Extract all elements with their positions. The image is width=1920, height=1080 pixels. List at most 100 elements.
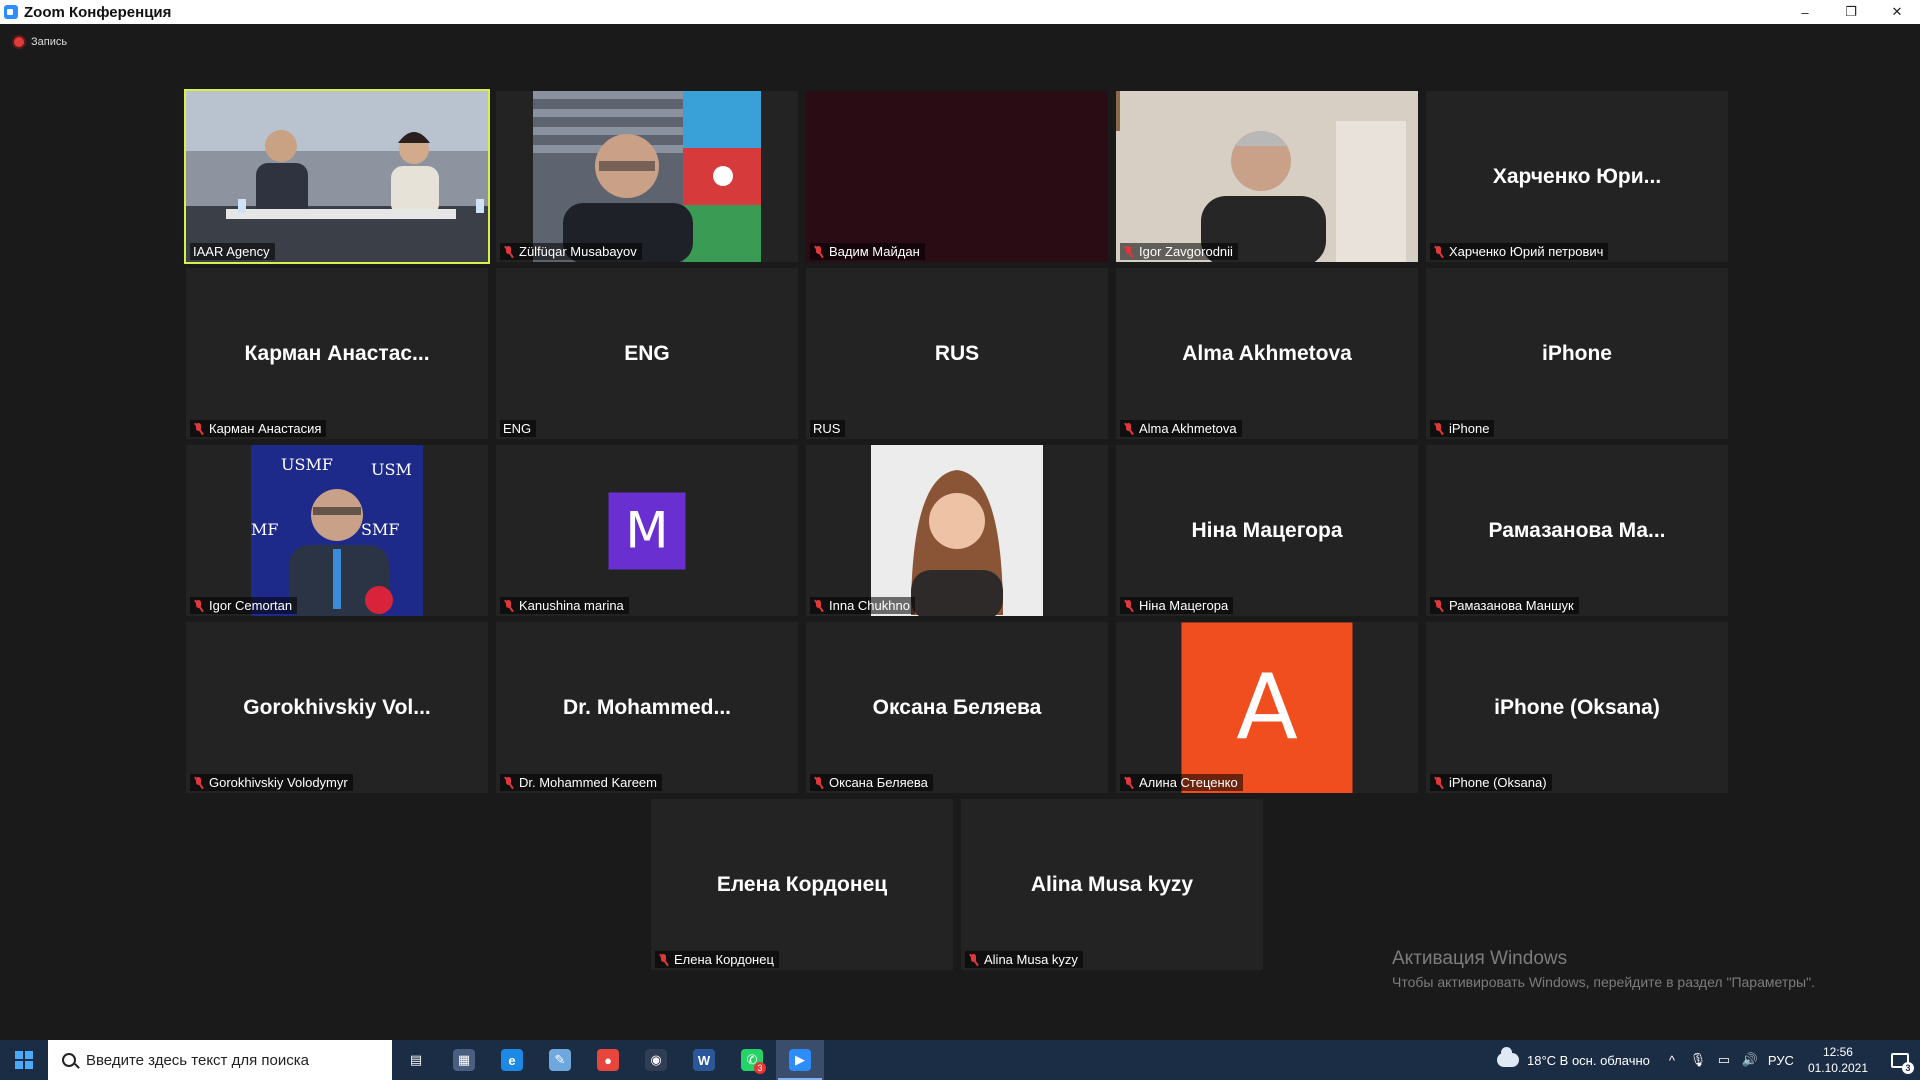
clock-date: 01.10.2021 (1807, 1061, 1868, 1075)
taskbar-app-task-view[interactable]: ▤ (392, 1040, 440, 1080)
participant-tile[interactable]: RUS RUS (806, 268, 1108, 439)
participant-name: Алина Стеценко (1139, 775, 1238, 790)
participant-tile[interactable]: iPhone (Oksana) iPhone (Oksana) (1426, 622, 1728, 793)
participant-name: Елена Кордонец (674, 952, 774, 967)
participant-name: Igor Cemortan (209, 598, 293, 613)
taskbar-app-calculator[interactable]: ▦ (440, 1040, 488, 1080)
windows-logo-icon (15, 1051, 33, 1069)
participant-tile[interactable]: Оксана Беляева Оксана Беляева (806, 622, 1108, 793)
activation-title: Активация Windows (1392, 948, 1568, 969)
volume-icon[interactable]: 🔊 (1742, 1052, 1758, 1068)
participant-name: IAAR Agency (193, 244, 270, 259)
participant-tile[interactable]: Вадим Майдан (806, 91, 1108, 262)
taskbar-app-internet-explorer[interactable]: e (488, 1040, 536, 1080)
participant-tile[interactable]: Alma Akhmetova Alma Akhmetova (1116, 268, 1418, 439)
system-tray: 18°C В осн. облачно ^ 🎙 ▭ 🔊 РУС 12:56 01… (1497, 1040, 1920, 1080)
participant-name-label: Dr. Mohammed Kareem (500, 774, 662, 791)
taskbar-app-word[interactable]: W (680, 1040, 728, 1080)
participant-tile[interactable]: Рамазанова Ма... Рамазанова Маншук (1426, 445, 1728, 616)
participant-tile[interactable]: Ніна Мацегора Ніна Мацегора (1116, 445, 1418, 616)
participant-tile[interactable]: Zülfüqar Musabayov (496, 91, 798, 262)
participant-display-name: Рамазанова Ма... (1488, 518, 1666, 542)
restore-button[interactable]: ❐ (1828, 0, 1874, 24)
participant-display-name: Alma Akhmetova (1182, 341, 1352, 365)
weather-widget[interactable]: 18°C В осн. облачно (1497, 1047, 1650, 1068)
network-icon[interactable]: ▭ (1716, 1052, 1732, 1068)
microphone-icon[interactable]: 🎙 (1690, 1052, 1707, 1068)
participant-name-label: ENG (500, 420, 537, 437)
language-indicator[interactable]: РУС (1768, 1053, 1794, 1068)
muted-mic-icon (1433, 422, 1444, 435)
zoom-icon: ▶ (789, 1049, 811, 1071)
participant-video (186, 91, 488, 262)
notification-badge: 3 (1902, 1062, 1914, 1074)
taskbar-app-chrome[interactable]: ● (584, 1040, 632, 1080)
participant-name: Kanushina marina (519, 598, 624, 613)
participant-avatar: A (1181, 622, 1353, 793)
participant-tile[interactable]: A Алина Стеценко (1116, 622, 1418, 793)
taskbar-apps: ▤ ▦ e ✎ ● ◉ W ✆ 3 ▶ (392, 1040, 824, 1080)
participant-tile[interactable]: Inna Chukhno (806, 445, 1108, 616)
svg-text:MF: MF (251, 520, 278, 539)
muted-mic-icon (193, 599, 204, 612)
participant-display-name: iPhone (1541, 341, 1612, 365)
title-bar: Zoom Конференция – ❐ ✕ (0, 0, 1920, 24)
participant-name-label: Вадим Майдан (810, 243, 925, 260)
participant-name: Inna Chukhno (829, 598, 910, 613)
participant-video (1116, 91, 1418, 262)
participant-avatar: M (608, 492, 686, 569)
search-icon (62, 1053, 76, 1067)
participant-display-name: Карман Анастас... (244, 341, 430, 365)
internet-explorer-icon: e (501, 1049, 523, 1071)
word-icon: W (693, 1049, 715, 1071)
participant-tile[interactable]: IAAR Agency (184, 89, 490, 264)
calculator-icon: ▦ (453, 1049, 475, 1071)
window-title: Zoom Конференция (24, 3, 172, 21)
minimize-button[interactable]: – (1782, 0, 1828, 24)
muted-mic-icon (1123, 776, 1134, 789)
participant-name: Gorokhivskiy Volodymyr (209, 775, 348, 790)
taskbar-app-notes[interactable]: ✎ (536, 1040, 584, 1080)
taskbar-app-camera[interactable]: ◉ (632, 1040, 680, 1080)
participant-name-label: Рамазанова Маншук (1430, 597, 1579, 614)
participant-name: Оксана Беляева (829, 775, 928, 790)
taskbar-search[interactable] (48, 1040, 392, 1080)
participant-tile[interactable]: Карман Анастас... Карман Анастасия (186, 268, 488, 439)
clock[interactable]: 12:56 01.10.2021 (1808, 1044, 1868, 1076)
participant-video (806, 91, 1108, 262)
chevron-up-icon[interactable]: ^ (1664, 1052, 1680, 1068)
participant-tile[interactable]: M Kanushina marina (496, 445, 798, 616)
participant-tile[interactable]: USMF USM MF SMF Igor Cemortan (186, 445, 488, 616)
participant-name: ENG (503, 421, 532, 436)
participant-tile[interactable]: Gorokhivskiy Vol... Gorokhivskiy Volodymy… (186, 622, 488, 793)
taskbar-app-whatsapp[interactable]: ✆ 3 (728, 1040, 776, 1080)
participant-name-label: IAAR Agency (190, 243, 275, 260)
participant-display-name: Ніна Мацегора (1191, 518, 1343, 542)
participant-name-label: Карман Анастасия (190, 420, 327, 437)
participant-name-label: Оксана Беляева (810, 774, 933, 791)
start-button[interactable] (0, 1040, 48, 1080)
muted-mic-icon (813, 776, 824, 789)
participant-tile[interactable]: Alina Musa kyzy Alina Musa kyzy (961, 799, 1263, 970)
recording-indicator[interactable]: Запись (14, 36, 67, 48)
participant-tile[interactable]: Харченко Юри... Харченко Юрий петрович (1426, 91, 1728, 262)
participant-name-label: Kanushina marina (500, 597, 629, 614)
close-button[interactable]: ✕ (1874, 0, 1920, 24)
muted-mic-icon (1433, 245, 1444, 258)
participant-tile[interactable]: ENG ENG (496, 268, 798, 439)
muted-mic-icon (193, 776, 204, 789)
participant-tile[interactable]: iPhone iPhone (1426, 268, 1728, 439)
notification-center-button[interactable]: 3 (1880, 1040, 1920, 1080)
participant-tile[interactable]: Igor Zavgorodnii (1116, 91, 1418, 262)
participant-tile[interactable]: Dr. Mohammed... Dr. Mohammed Kareem (496, 622, 798, 793)
task-view-icon: ▤ (409, 1052, 423, 1067)
muted-mic-icon (1433, 599, 1444, 612)
muted-mic-icon (503, 776, 514, 789)
participant-name: Карман Анастасия (209, 421, 322, 436)
participant-name: Alina Musa kyzy (984, 952, 1078, 967)
participant-tile[interactable]: Елена Кордонец Елена Кордонец (651, 799, 953, 970)
participant-name-label: RUS (810, 420, 846, 437)
taskbar-app-zoom[interactable]: ▶ (776, 1040, 824, 1080)
participant-display-name: Харченко Юри... (1492, 164, 1662, 188)
search-input[interactable] (86, 1051, 376, 1069)
